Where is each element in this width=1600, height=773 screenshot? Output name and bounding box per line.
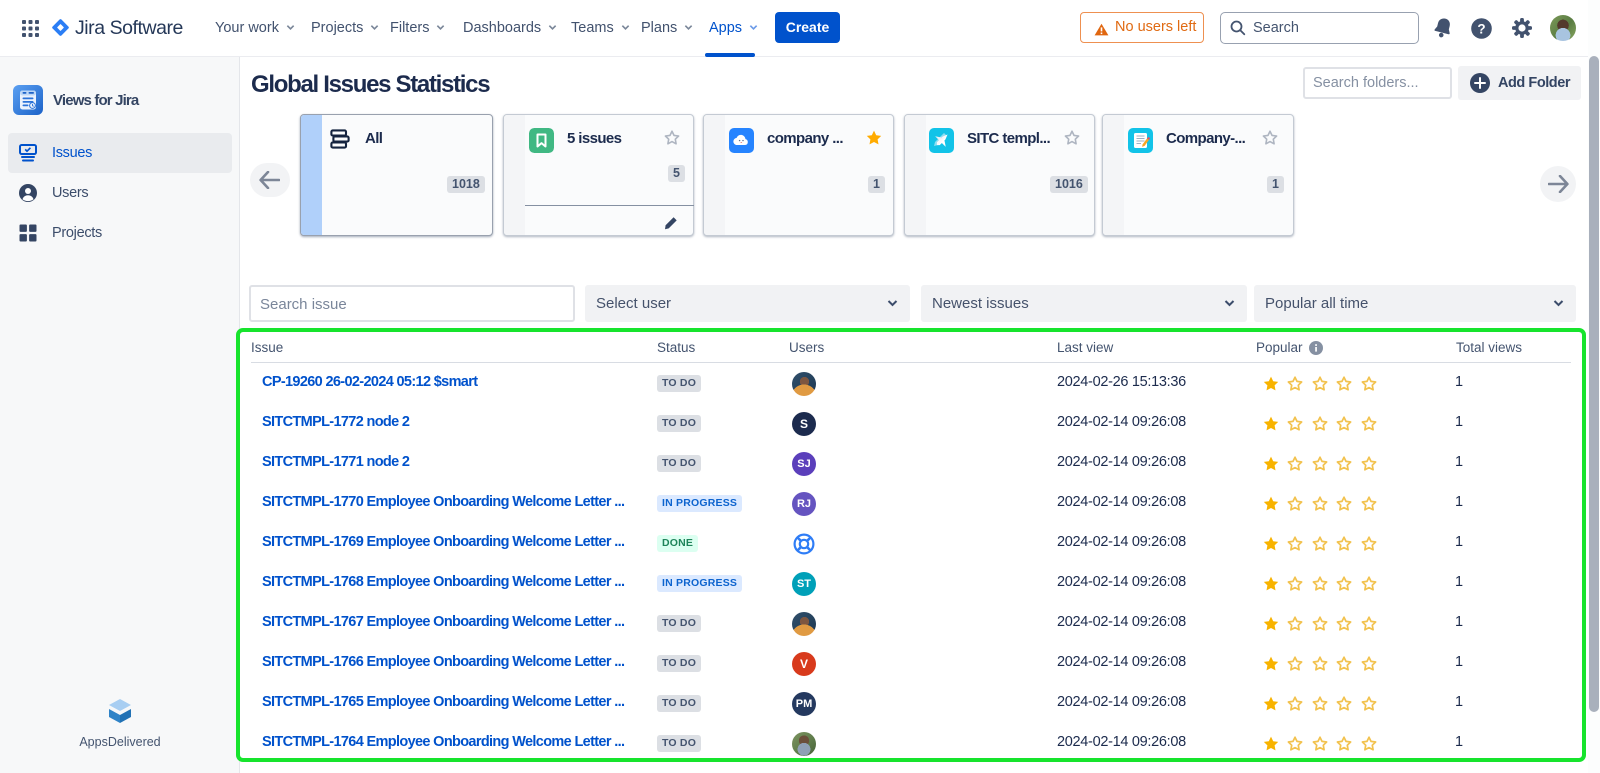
svg-text:?: ? xyxy=(1477,21,1485,36)
